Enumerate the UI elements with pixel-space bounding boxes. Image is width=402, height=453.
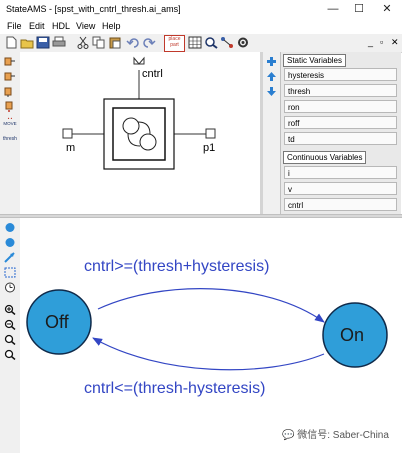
transition-off-to-on[interactable]: [97, 288, 325, 323]
redo-icon[interactable]: [142, 36, 156, 49]
static-variable-item[interactable]: td: [284, 132, 397, 145]
continuous-variable-item[interactable]: cntrl: [284, 198, 397, 211]
continuous-variable-item[interactable]: v: [284, 182, 397, 195]
symbol-graphic: [62, 56, 216, 170]
open-icon[interactable]: [20, 36, 34, 49]
doc-minimize-button[interactable]: _: [368, 37, 373, 47]
minimize-button[interactable]: —: [322, 2, 344, 17]
menu-view[interactable]: View: [76, 21, 95, 31]
left-pin-label: m: [66, 142, 76, 154]
right-pin-label: p1: [203, 142, 216, 154]
timer-icon[interactable]: [4, 282, 16, 293]
continuous-variables-header[interactable]: Continuous Variables: [283, 151, 367, 164]
doc-close-button[interactable]: ✕: [391, 37, 399, 48]
watermark-text: 微信号: Saber-China: [297, 430, 389, 441]
pin-tool-icon[interactable]: [4, 56, 16, 67]
close-button[interactable]: ✕: [376, 2, 398, 17]
control-pin-marker[interactable]: [133, 56, 145, 65]
transition-off-to-on-condition[interactable]: cntrl>=(thresh+hysteresis): [84, 258, 269, 276]
pin-tool-4-icon[interactable]: [4, 101, 16, 112]
place-part-button[interactable]: place part: [164, 35, 185, 52]
variable-arrow-column: [263, 52, 280, 214]
state-off-label: Off: [45, 312, 69, 332]
control-pin-label: cntrl: [142, 68, 163, 80]
variable-panel: Static Variables hysteresis thresh ron r…: [280, 52, 401, 214]
zoom-area-icon[interactable]: [4, 349, 16, 360]
state-diagram-canvas[interactable]: Off On cntrl>=(thresh+hysteresis) cntrl<…: [20, 218, 402, 453]
static-variables-header[interactable]: Static Variables: [283, 54, 346, 67]
continuous-variable-item[interactable]: i: [284, 166, 397, 179]
menu-edit[interactable]: Edit: [29, 21, 45, 31]
menu-bar: File Edit HDL View Help: [0, 20, 402, 34]
grid-icon[interactable]: [188, 36, 202, 49]
right-pin-marker[interactable]: [205, 128, 216, 139]
toolbar: place part _ ▫ ✕: [0, 34, 402, 53]
title-bar: StateAMS - [spst_with_cntrl_thresh.ai_am…: [0, 0, 402, 21]
static-variable-item[interactable]: roff: [284, 116, 397, 129]
add-state-icon[interactable]: [4, 222, 16, 233]
doc-restore-button[interactable]: ▫: [380, 37, 383, 47]
symbol-tool-column: • • MOVE thresh: [0, 52, 21, 214]
select-box-icon[interactable]: [4, 267, 16, 278]
pin-tool-2-icon[interactable]: [4, 71, 16, 82]
window-title: StateAMS - [spst_with_cntrl_thresh.ai_am…: [6, 4, 181, 14]
transition-on-to-off[interactable]: [92, 337, 325, 371]
left-pin-marker[interactable]: [62, 128, 73, 139]
place-part-label: place part: [168, 36, 181, 48]
pin-tool-3-icon[interactable]: [4, 86, 16, 97]
state-on-label: On: [340, 325, 365, 345]
save-icon[interactable]: [36, 36, 50, 49]
zoom-fit-icon[interactable]: [4, 334, 16, 345]
add-transition-icon[interactable]: [4, 252, 16, 263]
menu-help[interactable]: Help: [102, 21, 121, 31]
zoom-icon[interactable]: [204, 36, 218, 49]
settings-icon[interactable]: [236, 36, 250, 49]
thresh-tool-label: thresh: [3, 136, 17, 142]
add-initial-state-icon[interactable]: [4, 237, 16, 248]
state-tool-column: [0, 218, 21, 453]
print-icon[interactable]: [52, 36, 66, 49]
transition-on-to-off-condition[interactable]: cntrl<=(thresh-hysteresis): [84, 380, 265, 398]
symbol-canvas[interactable]: cntrl m p1: [20, 52, 260, 214]
new-icon[interactable]: [4, 36, 18, 49]
static-variable-item[interactable]: ron: [284, 100, 397, 113]
zoom-out-icon[interactable]: [4, 319, 16, 330]
add-variable-icon[interactable]: [266, 56, 277, 67]
wechat-icon: 💬: [282, 430, 298, 441]
copy-icon[interactable]: [92, 36, 106, 49]
paste-icon[interactable]: [108, 36, 122, 49]
menu-file[interactable]: File: [7, 21, 22, 31]
undo-icon[interactable]: [126, 36, 140, 49]
arrow-down-icon[interactable]: [266, 86, 277, 97]
thresh-tool[interactable]: thresh: [1, 136, 19, 142]
zoom-in-icon[interactable]: [4, 304, 16, 315]
maximize-button[interactable]: ☐: [348, 2, 370, 17]
menu-hdl[interactable]: HDL: [52, 21, 70, 31]
static-variable-item[interactable]: thresh: [284, 84, 397, 97]
cut-icon[interactable]: [76, 36, 90, 49]
arrow-up-icon[interactable]: [266, 71, 277, 82]
static-variable-item[interactable]: hysteresis: [284, 68, 397, 81]
connect-icon[interactable]: [220, 36, 234, 49]
move-tool[interactable]: • • MOVE: [1, 116, 19, 126]
watermark: 💬 微信号: Saber-China: [282, 426, 389, 441]
move-tool-label: MOVE: [3, 121, 17, 126]
